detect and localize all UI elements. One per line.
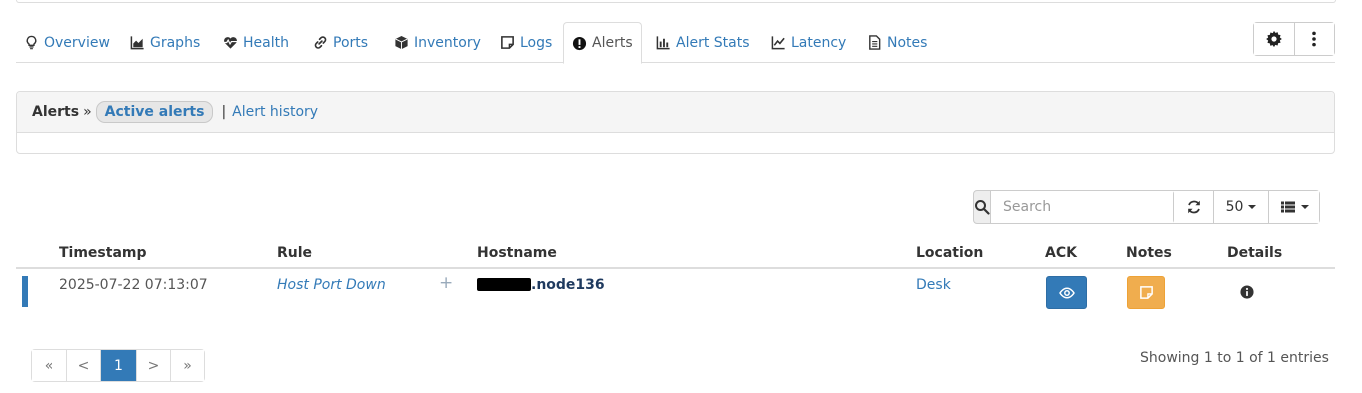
file-text-icon	[869, 35, 881, 50]
heartbeat-icon	[223, 37, 238, 49]
vertical-ellipsis-icon	[1312, 31, 1317, 47]
tab-label: Alerts	[592, 35, 633, 51]
refresh-button[interactable]	[1174, 191, 1213, 223]
gear-icon	[1265, 30, 1282, 48]
column-header-timestamp[interactable]: Timestamp	[59, 245, 147, 261]
chevron-down-icon	[1300, 205, 1309, 209]
breadcrumb: Alerts » Active alerts | Alert history	[17, 92, 1334, 133]
exclamation-circle-icon	[572, 36, 587, 50]
column-header-rule[interactable]: Rule	[277, 245, 312, 261]
alerts-panel: Alerts » Active alerts | Alert history	[16, 91, 1335, 154]
device-tabs: Overview Graphs Health Ports Inventory L…	[16, 22, 1335, 64]
ack-button[interactable]	[1046, 276, 1087, 309]
search-icon	[975, 200, 990, 215]
more-menu-button[interactable]	[1293, 23, 1334, 55]
redacted-hostname	[477, 278, 531, 291]
top-panel-edge	[16, 0, 1336, 3]
pagination: « < 1 > »	[31, 349, 205, 382]
search-addon	[973, 190, 991, 224]
sticky-note-icon	[1139, 286, 1153, 299]
hostname-suffix: .node136	[531, 277, 605, 293]
tab-alerts[interactable]: Alerts	[563, 22, 642, 64]
alert-timestamp: 2025-07-22 07:13:07	[59, 277, 208, 293]
alert-rule-link[interactable]: Host Port Down	[277, 277, 386, 293]
search-input[interactable]	[991, 190, 1190, 224]
tab-label: Graphs	[150, 34, 201, 51]
tab-graphs[interactable]: Graphs	[122, 22, 208, 63]
tab-ports[interactable]: Ports	[305, 22, 376, 63]
prev-page-button[interactable]: <	[66, 350, 100, 381]
breadcrumb-root: Alerts	[32, 104, 80, 120]
hostname-link[interactable]: .node136	[477, 277, 605, 293]
tab-label: Alert Stats	[676, 34, 750, 51]
column-header-location[interactable]: Location	[916, 245, 983, 261]
tab-notes[interactable]: Notes	[859, 22, 935, 63]
link-icon	[314, 36, 327, 49]
chevron-down-icon	[1248, 205, 1257, 209]
list-icon	[1280, 201, 1295, 213]
columns-menu-button[interactable]	[1268, 191, 1319, 223]
active-alerts-link[interactable]: Active alerts	[95, 101, 214, 123]
lightbulb-icon	[26, 35, 37, 50]
tab-label: Health	[243, 34, 289, 51]
page-size-value: 50	[1225, 199, 1244, 215]
search-group	[973, 190, 1190, 224]
first-page-button[interactable]: «	[32, 350, 66, 381]
next-page-button[interactable]: >	[136, 350, 170, 381]
eye-icon	[1058, 286, 1075, 299]
refresh-icon	[1187, 200, 1200, 214]
info-icon[interactable]	[1240, 285, 1254, 299]
column-header-hostname[interactable]: Hostname	[477, 245, 557, 261]
tab-logs[interactable]: Logs	[492, 22, 560, 63]
expand-plus-icon[interactable]: +	[439, 273, 453, 293]
current-page-button[interactable]: 1	[100, 350, 136, 381]
column-header-notes: Notes	[1126, 245, 1172, 261]
tab-label: Notes	[887, 34, 928, 51]
table-header: Timestamp Rule Hostname Location ACK Not…	[16, 237, 1335, 269]
location-link[interactable]: Desk	[916, 277, 951, 293]
severity-indicator	[22, 276, 28, 307]
tab-label: Overview	[44, 34, 110, 51]
breadcrumb-separator: »	[83, 104, 92, 120]
settings-button[interactable]	[1254, 23, 1294, 55]
tab-latency[interactable]: Latency	[763, 22, 854, 63]
cube-icon	[395, 35, 408, 50]
last-page-button[interactable]: »	[170, 350, 204, 381]
breadcrumb-pipe: |	[221, 104, 227, 120]
area-chart-icon	[130, 36, 144, 50]
tab-label: Ports	[333, 34, 369, 51]
alert-history-link[interactable]: Alert history	[232, 104, 318, 120]
line-chart-icon	[771, 36, 785, 50]
tab-label: Latency	[791, 34, 847, 51]
page-size-select[interactable]: 50	[1213, 191, 1268, 223]
table-row: 2025-07-22 07:13:07 Host Port Down + .no…	[16, 269, 1335, 315]
tab-inventory[interactable]: Inventory	[386, 22, 489, 63]
entries-status: Showing 1 to 1 of 1 entries	[1140, 350, 1329, 366]
tab-alert-stats[interactable]: Alert Stats	[648, 22, 758, 63]
note-icon	[501, 36, 514, 49]
column-header-details: Details	[1227, 245, 1283, 261]
tab-health[interactable]: Health	[215, 22, 297, 63]
column-header-ack: ACK	[1045, 245, 1077, 261]
tab-label: Logs	[520, 34, 553, 51]
table-controls: 50	[1173, 190, 1320, 224]
tab-overview[interactable]: Overview	[16, 22, 118, 63]
note-button[interactable]	[1127, 276, 1165, 309]
bar-chart-icon	[656, 36, 670, 50]
device-actions	[1253, 22, 1335, 56]
alerts-table: Timestamp Rule Hostname Location ACK Not…	[16, 237, 1335, 315]
tab-label: Inventory	[414, 34, 481, 51]
